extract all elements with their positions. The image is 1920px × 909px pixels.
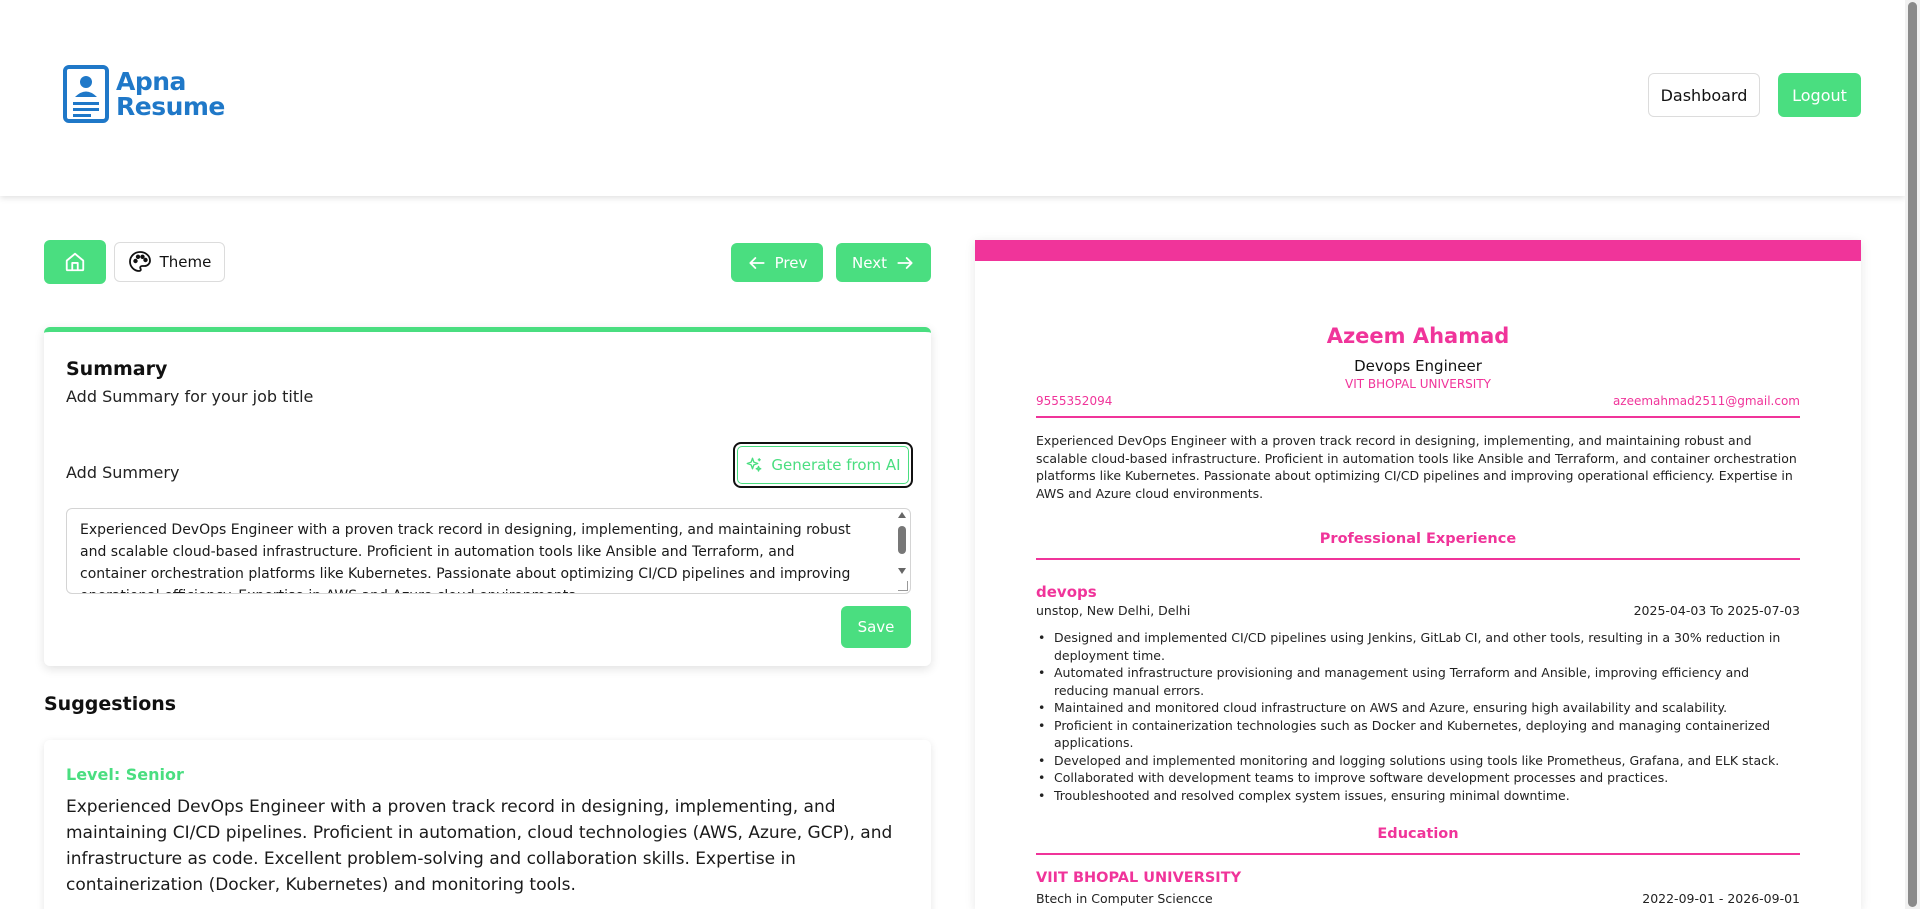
logo-line-2: Resume: [116, 92, 225, 121]
resume-education-divider: [1036, 853, 1800, 855]
suggestion-card[interactable]: Level: Senior Experienced DevOps Enginee…: [44, 740, 931, 909]
resume-education-degree: Btech in Computer Sciencce: [1036, 891, 1213, 906]
sparkles-icon: [746, 457, 762, 472]
home-icon: [65, 252, 85, 272]
scroll-down-icon[interactable]: [898, 568, 906, 574]
resume-job-title: Devops Engineer: [1354, 357, 1482, 375]
resume-summary: Experienced DevOps Engineer with a prove…: [1036, 433, 1797, 501]
theme-label: Theme: [159, 253, 212, 271]
scroll-up-icon[interactable]: [898, 512, 906, 518]
resume-bullet: Developed and implemented monitoring and…: [1036, 752, 1800, 770]
summary-title: Summary: [66, 358, 168, 380]
summary-card: Summary Add Summary for your job title A…: [44, 327, 931, 666]
resume-phone: 9555352094: [1036, 394, 1113, 408]
logo-line-1: Apna: [116, 67, 186, 96]
summary-textarea-text: Experienced DevOps Engineer with a prove…: [80, 522, 851, 593]
resume-job-bullets: Designed and implemented CI/CD pipelines…: [1036, 629, 1800, 804]
home-button[interactable]: [44, 240, 106, 284]
arrow-right-icon: [897, 256, 913, 269]
generate-label: Generate from AI: [771, 456, 901, 474]
logo-text: Apna Resume: [116, 69, 225, 119]
resume-experience-heading: Professional Experience: [1319, 531, 1517, 547]
top-header: Apna Resume Dashboard Logout: [0, 0, 1905, 196]
prev-button[interactable]: Prev: [731, 243, 823, 282]
resume-bullet: Collaborated with development teams to i…: [1036, 769, 1800, 787]
resume-bullet: Proficient in containerization technolog…: [1036, 717, 1800, 752]
next-button[interactable]: Next: [836, 243, 931, 282]
summary-field-label: Add Summery: [66, 463, 180, 482]
resume-education-heading: Education: [1377, 826, 1459, 842]
resume-name: Azeem Ahamad: [1326, 324, 1510, 348]
resume-bullet: Maintained and monitored cloud infrastru…: [1036, 699, 1800, 717]
resume-bullet: Troubleshooted and resolved complex syst…: [1036, 787, 1800, 805]
suggestions-title: Suggestions: [44, 693, 177, 715]
resume-university: VIT BHOPAL UNIVERSITY: [1344, 377, 1491, 391]
page-scrollbar[interactable]: [1905, 0, 1920, 909]
suggestion-text: Experienced DevOps Engineer with a prove…: [66, 797, 893, 895]
summary-subtitle: Add Summary for your job title: [66, 387, 314, 406]
resume-job-position: devops: [1036, 583, 1097, 601]
dashboard-button[interactable]: Dashboard: [1648, 73, 1760, 117]
logout-button[interactable]: Logout: [1778, 73, 1861, 117]
palette-icon: [128, 251, 151, 272]
summary-textarea[interactable]: Experienced DevOps Engineer with a prove…: [66, 508, 911, 594]
resume-experience-divider: [1036, 558, 1800, 560]
resume-job-location: unstop, New Delhi, Delhi: [1036, 603, 1191, 618]
arrow-left-icon: [749, 256, 765, 269]
resume-divider: [1036, 416, 1800, 418]
next-label: Next: [852, 253, 887, 272]
suggestion-level: Level: Senior: [66, 765, 184, 784]
theme-button[interactable]: Theme: [114, 242, 225, 282]
app-logo[interactable]: Apna Resume: [62, 64, 225, 124]
save-button[interactable]: Save: [841, 606, 911, 648]
resume-job-dates: 2025-04-03 To 2025-07-03: [1633, 603, 1800, 618]
resize-handle-icon[interactable]: [898, 581, 908, 591]
resume-preview: Azeem Ahamad Devops Engineer VIT BHOPAL …: [975, 240, 1861, 909]
resume-document-icon: [63, 65, 109, 123]
resume-bullet: Automated infrastructure provisioning an…: [1036, 664, 1800, 699]
resume-education-school: VIIT BHOPAL UNIVERSITY: [1036, 870, 1242, 886]
textarea-scroll-thumb[interactable]: [898, 526, 906, 554]
prev-label: Prev: [774, 253, 808, 272]
resume-bullet: Designed and implemented CI/CD pipelines…: [1036, 629, 1800, 664]
resume-email: azeemahmad2511@gmail.com: [1612, 394, 1800, 408]
generate-from-ai-button[interactable]: Generate from AI: [733, 442, 913, 488]
resume-education-dates: 2022-09-01 - 2026-09-01: [1642, 891, 1800, 906]
page-scrollbar-thumb[interactable]: [1908, 2, 1917, 907]
